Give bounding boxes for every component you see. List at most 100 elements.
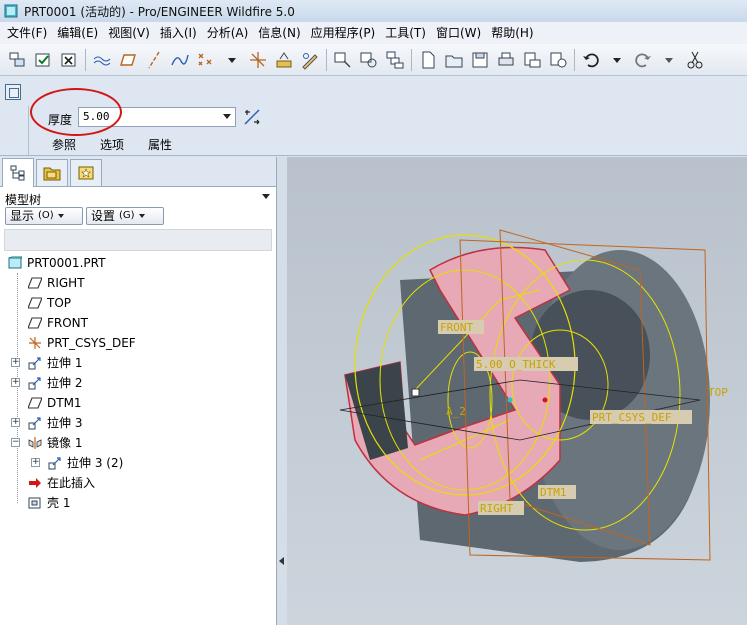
tree-item[interactable]: 壳 1 bbox=[0, 493, 276, 513]
cut-icon[interactable] bbox=[682, 47, 708, 73]
favorites-tab[interactable] bbox=[70, 159, 102, 186]
tree-item[interactable]: − 镜像 1 bbox=[0, 433, 276, 453]
menu-analysis[interactable]: 分析(A) bbox=[202, 22, 254, 44]
tree-item[interactable]: 在此插入 bbox=[0, 473, 276, 493]
drag-handle[interactable] bbox=[411, 388, 420, 397]
navigator-tabs bbox=[0, 157, 276, 187]
navigator-panel: 模型树 显示 (O) 设置 (G) PRT0001.PRT RIGHT TOP FRO… bbox=[0, 157, 277, 625]
undo-dropdown[interactable] bbox=[604, 47, 630, 73]
tree-item[interactable]: FRONT bbox=[0, 313, 276, 333]
thickness-dimension-label[interactable]: 5.00 O_THICK bbox=[476, 358, 556, 371]
tree-item[interactable]: TOP bbox=[0, 293, 276, 313]
tree-item-label: 在此插入 bbox=[47, 476, 96, 490]
print-icon[interactable] bbox=[493, 47, 519, 73]
graphics-window[interactable]: FRONT 5.00 O_THICK TOP PRT_CSYS_DEF A_2 … bbox=[287, 157, 747, 625]
shell-icon bbox=[28, 497, 41, 509]
thickness-input[interactable]: 5.00 bbox=[78, 107, 236, 127]
window-title: PRT0001 (活动的) - Pro/ENGINEER Wildfire 5.… bbox=[24, 4, 295, 19]
axis-label: A_2 bbox=[446, 405, 466, 418]
expand-icon[interactable]: + bbox=[11, 418, 20, 427]
csys-display-icon[interactable] bbox=[245, 47, 271, 73]
expand-icon[interactable]: + bbox=[11, 358, 20, 367]
csys-icon bbox=[29, 337, 41, 349]
orient-icon[interactable] bbox=[330, 47, 356, 73]
csys-label: PRT_CSYS_DEF bbox=[592, 411, 671, 424]
expand-icon[interactable]: + bbox=[31, 458, 40, 467]
tree-item-label: DTM1 bbox=[47, 396, 82, 410]
tree-item-label: 拉伸 3 bbox=[47, 416, 83, 430]
app-icon bbox=[4, 4, 18, 18]
redo-icon[interactable] bbox=[630, 47, 656, 73]
datum-point-display-icon[interactable] bbox=[193, 47, 219, 73]
chevron-down-icon[interactable] bbox=[223, 114, 231, 119]
part-icon bbox=[8, 256, 22, 269]
regenerate-icon[interactable] bbox=[30, 47, 56, 73]
front-label: FRONT bbox=[440, 321, 473, 334]
layer-icon[interactable] bbox=[4, 47, 30, 73]
tab-options[interactable]: 选项 bbox=[100, 136, 124, 153]
tree-item-label: 拉伸 3 (2) bbox=[67, 456, 124, 470]
feature-dashboard-icon[interactable] bbox=[5, 84, 21, 100]
datum-point-dropdown[interactable] bbox=[219, 47, 245, 73]
email-icon[interactable] bbox=[519, 47, 545, 73]
redo-dropdown[interactable] bbox=[656, 47, 682, 73]
menu-tools[interactable]: 工具(T) bbox=[380, 22, 431, 44]
datum-plane-icon bbox=[28, 277, 42, 289]
view-manager-icon[interactable] bbox=[382, 47, 408, 73]
tree-item[interactable]: PRT0001.PRT bbox=[0, 253, 276, 273]
collapse-icon[interactable]: − bbox=[11, 438, 20, 447]
close-window-icon[interactable] bbox=[56, 47, 82, 73]
tree-item[interactable]: + 拉伸 3 (2) bbox=[0, 453, 276, 473]
show-button-label: 显示 bbox=[10, 209, 35, 223]
tree-item[interactable]: + 拉伸 3 bbox=[0, 413, 276, 433]
save-icon[interactable] bbox=[467, 47, 493, 73]
open-icon[interactable] bbox=[441, 47, 467, 73]
tree-filter-bar[interactable] bbox=[4, 229, 272, 251]
tree-item-label: RIGHT bbox=[47, 276, 85, 290]
tab-references[interactable]: 参照 bbox=[52, 136, 76, 153]
tab-properties[interactable]: 属性 bbox=[148, 136, 172, 153]
model-tree-tab[interactable] bbox=[2, 158, 34, 187]
tree-item[interactable]: RIGHT bbox=[0, 273, 276, 293]
menu-file[interactable]: 文件(F) bbox=[2, 22, 52, 44]
saved-views-icon[interactable] bbox=[356, 47, 382, 73]
thickness-value: 5.00 bbox=[83, 110, 110, 123]
menu-insert[interactable]: 插入(I) bbox=[155, 22, 202, 44]
sketch-icon[interactable] bbox=[297, 47, 323, 73]
tree-item-label: 镜像 1 bbox=[47, 436, 83, 450]
menu-edit[interactable]: 编辑(E) bbox=[52, 22, 103, 44]
extrude-icon bbox=[48, 457, 61, 470]
email-link-icon[interactable] bbox=[545, 47, 571, 73]
dashboard-divider bbox=[28, 106, 29, 156]
model-viewport[interactable]: FRONT 5.00 O_THICK TOP PRT_CSYS_DEF A_2 … bbox=[287, 157, 747, 625]
tree-item[interactable]: + 拉伸 1 bbox=[0, 353, 276, 373]
expand-icon[interactable]: + bbox=[11, 378, 20, 387]
folder-browser-tab[interactable] bbox=[36, 159, 68, 186]
datum-axis-display-icon[interactable] bbox=[141, 47, 167, 73]
menu-window[interactable]: 窗口(W) bbox=[431, 22, 486, 44]
settings-button-label: 设置 bbox=[91, 209, 116, 223]
menu-info[interactable]: 信息(N) bbox=[253, 22, 305, 44]
datum-plane-toggle-icon[interactable] bbox=[115, 47, 141, 73]
chevron-down-icon[interactable] bbox=[262, 194, 270, 199]
tree-item-label: TOP bbox=[47, 296, 72, 310]
flip-direction-icon[interactable] bbox=[242, 107, 262, 127]
menu-applications[interactable]: 应用程序(P) bbox=[306, 22, 381, 44]
dashboard-tabs: 参照 选项 属性 bbox=[52, 136, 172, 153]
menu-view[interactable]: 视图(V) bbox=[103, 22, 155, 44]
collapse-left-icon[interactable] bbox=[279, 557, 284, 565]
tree-item[interactable]: + 拉伸 2 bbox=[0, 373, 276, 393]
panel-splitter[interactable] bbox=[277, 157, 287, 625]
datum-point bbox=[542, 397, 548, 403]
annotation-display-icon[interactable] bbox=[271, 47, 297, 73]
menu-help[interactable]: 帮助(H) bbox=[486, 22, 538, 44]
new-icon[interactable] bbox=[415, 47, 441, 73]
show-button[interactable]: 显示 (O) bbox=[5, 207, 83, 225]
settings-button[interactable]: 设置 (G) bbox=[86, 207, 164, 225]
tree-item[interactable]: PRT_CSYS_DEF bbox=[0, 333, 276, 353]
tree-item[interactable]: DTM1 bbox=[0, 393, 276, 413]
datum-plane-display-icon[interactable] bbox=[89, 47, 115, 73]
datum-plane-icon bbox=[28, 397, 42, 409]
undo-icon[interactable] bbox=[578, 47, 604, 73]
curve-display-icon[interactable] bbox=[167, 47, 193, 73]
